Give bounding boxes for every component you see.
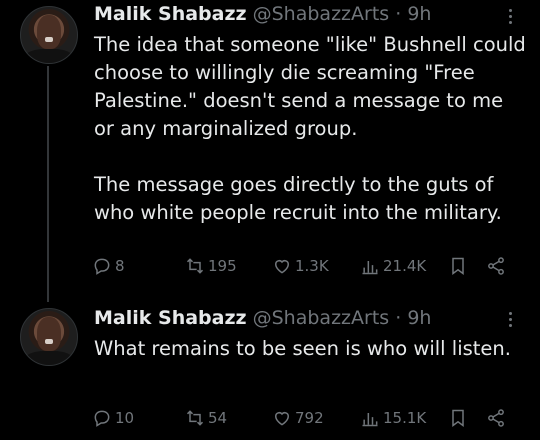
avatar[interactable] <box>20 308 78 366</box>
tweet-header: Malik Shabazz @ShabazzArts · 9h <box>94 2 431 26</box>
action-bar: 10 54 792 15.1K <box>0 406 540 430</box>
heart-icon <box>275 412 289 426</box>
retweet-count: 54 <box>208 409 228 427</box>
more-icon[interactable] <box>506 6 514 30</box>
tweet-text: What remains to be seen is who will list… <box>94 335 526 363</box>
avatar-mouth <box>45 339 53 344</box>
author-handle[interactable]: @ShabazzArts <box>253 307 390 329</box>
tweet[interactable]: Malik Shabazz @ShabazzArts · 9h What rem… <box>0 300 540 440</box>
timestamp[interactable]: 9h <box>407 3 431 25</box>
tweet-paragraph: The idea that someone "like" Bushnell co… <box>94 33 526 140</box>
avatar-shirt <box>25 49 73 63</box>
separator: · <box>395 3 402 25</box>
tweet-paragraph: The message goes directly to the guts of… <box>94 173 502 224</box>
views-button[interactable]: 21.4K <box>360 254 426 278</box>
author-name[interactable]: Malik Shabazz <box>94 307 247 329</box>
views-icon <box>362 261 378 275</box>
share-icon <box>488 257 504 275</box>
author-handle[interactable]: @ShabazzArts <box>253 3 390 25</box>
reply-icon <box>94 258 110 275</box>
separator: · <box>395 307 402 329</box>
avatar-face <box>37 317 61 351</box>
reply-count: 8 <box>115 257 125 275</box>
reply-icon <box>94 410 110 427</box>
tweet[interactable]: Malik Shabazz @ShabazzArts · 9h The idea… <box>0 0 540 302</box>
tweet-paragraph: What remains to be seen is who will list… <box>94 337 511 360</box>
share-button[interactable] <box>486 406 506 430</box>
reply-button[interactable]: 10 <box>92 406 134 430</box>
retweet-button[interactable]: 195 <box>185 254 237 278</box>
like-button[interactable]: 792 <box>272 406 324 430</box>
avatar-mouth <box>45 37 53 42</box>
avatar-face <box>37 15 61 49</box>
retweet-icon <box>186 258 204 274</box>
bookmark-icon <box>452 257 464 275</box>
retweet-button[interactable]: 54 <box>185 406 227 430</box>
reply-button[interactable]: 8 <box>92 254 125 278</box>
retweet-count: 195 <box>208 257 237 275</box>
author-name[interactable]: Malik Shabazz <box>94 3 247 25</box>
reply-count: 10 <box>115 409 135 427</box>
like-count: 792 <box>295 409 324 427</box>
like-button[interactable]: 1.3K <box>272 254 329 278</box>
more-icon[interactable] <box>506 309 514 333</box>
tweet-text: The idea that someone "like" Bushnell co… <box>94 31 526 227</box>
share-button[interactable] <box>486 254 506 278</box>
avatar[interactable] <box>20 6 78 64</box>
like-count: 1.3K <box>295 257 329 275</box>
bookmark-button[interactable] <box>448 254 468 278</box>
views-count: 15.1K <box>383 409 427 427</box>
tweet-header: Malik Shabazz @ShabazzArts · 9h <box>94 306 431 330</box>
bookmark-button[interactable] <box>448 406 468 430</box>
views-button[interactable]: 15.1K <box>360 406 426 430</box>
views-count: 21.4K <box>383 257 427 275</box>
action-bar: 8 195 1.3K 21.4K <box>0 254 540 278</box>
heart-icon <box>275 260 289 274</box>
share-icon <box>488 409 504 427</box>
retweet-icon <box>186 410 204 426</box>
bookmark-icon <box>452 409 464 427</box>
timestamp[interactable]: 9h <box>407 307 431 329</box>
views-icon <box>362 413 378 427</box>
avatar-shirt <box>25 351 73 365</box>
